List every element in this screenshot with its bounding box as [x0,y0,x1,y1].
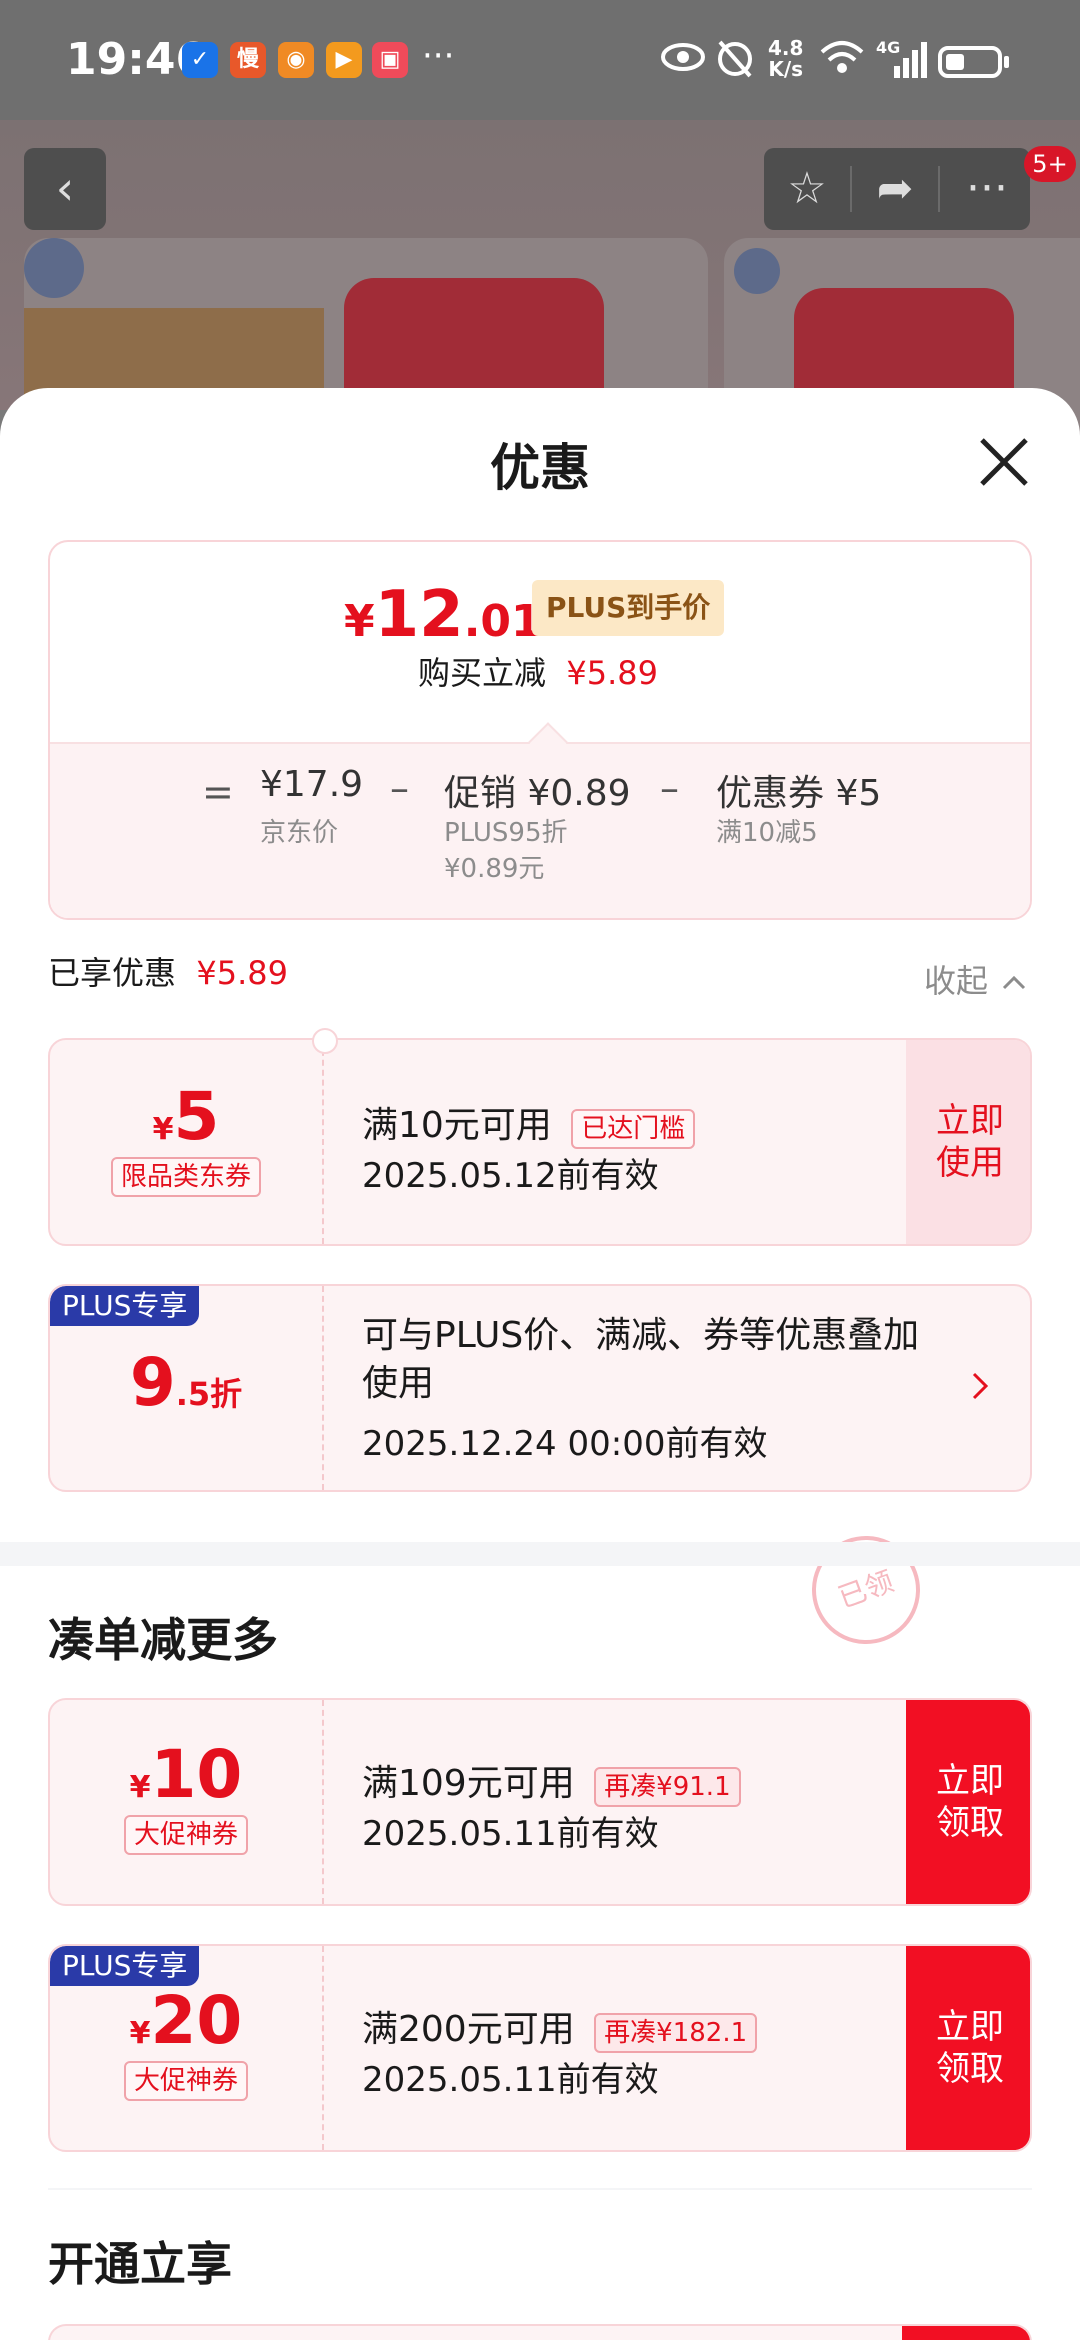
minus-sign: – [390,766,409,810]
slow-app-icon: 慢 [230,42,266,78]
close-icon[interactable] [976,434,1032,490]
share-icon[interactable]: ➦ [852,148,938,230]
brand-logo [24,238,84,298]
coupon-validity: 2025.05.11前有效 [362,2060,659,2100]
chevron-right-icon [970,1370,990,1406]
coupon-amount: ¥20 大促神券 [50,1946,322,2150]
coupon-sub: 满10减5 [716,818,818,848]
section-title-open: 开通立享 [48,2237,232,2291]
remaining-tag: 再凑¥91.1 [594,1767,741,1807]
coupon-validity: 2025.05.11前有效 [362,1814,659,1854]
plus-discount-description: 可与PLUS价、满减、券等优惠叠加使用 [362,1315,920,1404]
coupon-card: ¥10 大促神券 满109元可用 再凑¥91.1 2025.05.11前有效 立… [48,1698,1032,1906]
coupon-notch [312,1028,338,1054]
coupon-card: PLUS专享 ¥20 大促神券 满200元可用 再凑¥182.1 2025.05… [48,1944,1032,2152]
coupon-condition: 满10元可用 已达门槛 [362,1096,696,1149]
coupon-type-tag: 限品类东券 [110,1157,261,1197]
jd-price-value: ¥17.9 [260,764,364,805]
section-title-more: 凑单减更多 [48,1613,278,1667]
signal-icon [880,40,928,84]
coupon-amount: ¥5 限品类东券 [50,1040,322,1244]
network-speed: 4.8 K/s [768,36,804,81]
back-button[interactable]: ‹ [24,148,106,230]
star-icon[interactable]: ☆ [764,148,850,230]
more-notifications-icon: ··· [422,36,455,76]
membership-card-peek [48,2324,1032,2340]
coupon-value: 优惠券 ¥5 [716,773,882,814]
promo-value: 促销 ¥0.89 [444,773,631,814]
remaining-tag: 再凑¥182.1 [594,2013,758,2053]
final-price: ¥12.01 [344,578,542,652]
claim-button[interactable]: 立即领取 [906,1946,1030,2150]
shield-app-icon: ✓ [182,42,218,78]
plus-price-tag: PLUS到手价 [532,580,725,636]
use-now-button[interactable]: 立即使用 [906,1040,1030,1244]
promo-sub-2: ¥0.89元 [444,854,545,884]
discount-sheet: 优惠 ¥12.01 PLUS到手价 购买立减 ¥5.89 = ¥17.9 京东价… [0,388,1080,2340]
plus-discount-amount: 9.5折 [129,1344,243,1421]
promo-sub-1: PLUS95折 [444,818,568,848]
coupon-condition: 满200元可用 再凑¥182.1 [362,2000,758,2053]
coupon-divider [322,1700,324,1904]
coupon-card: ¥5 限品类东券 满10元可用 已达门槛 2025.05.12前有效 立即使用 [48,1038,1032,1246]
battery-icon [938,46,1002,78]
coupon-divider [322,1040,324,1244]
coupon-divider [322,1946,324,2150]
eye-icon [660,34,706,89]
plus-discount-card[interactable]: PLUS专享 9.5折 可与PLUS价、满减、券等优惠叠加使用 2025.12.… [48,1284,1032,1492]
instant-discount: 购买立减 ¥5.89 [418,654,658,692]
more-badge: 5+ [1024,146,1076,182]
coupon-type-tag: 大促神券 [123,1815,248,1855]
battery-cap [1004,56,1009,68]
coupon-condition: 满109元可用 再凑¥91.1 [362,1754,741,1807]
enjoyed-discount: 已享优惠 ¥5.89 [48,954,288,992]
toolbar-divider [938,166,940,212]
coupon-divider [322,1286,324,1490]
brand-logo [734,248,780,294]
price-breakdown-card: ¥12.01 PLUS到手价 购买立减 ¥5.89 = ¥17.9 京东价 – … [48,540,1032,920]
alarm-off-icon [714,34,756,89]
coupon-validity: 2025.05.12前有效 [362,1156,659,1196]
sheet-title: 优惠 [490,439,590,497]
plus-discount-validity: 2025.12.24 00:00前有效 [362,1424,768,1464]
coupon-amount: ¥10 大促神券 [50,1700,322,1904]
taobao-app-icon: ◉ [278,42,314,78]
membership-cta[interactable] [902,2326,1030,2340]
video-app-icon: ▶ [326,42,362,78]
jd-price-label: 京东价 [260,818,339,848]
wifi-icon [818,34,866,89]
xiaohongshu-app-icon: ▣ [372,42,408,78]
minus-sign: – [660,766,679,810]
section-divider [48,2188,1032,2190]
section-divider [0,1542,1080,1566]
collapse-button[interactable]: 收起 [924,956,1026,1002]
price-formula: = ¥17.9 京东价 – 促销 ¥0.89 PLUS95折 ¥0.89元 – … [50,742,1030,918]
threshold-tag: 已达门槛 [571,1109,696,1149]
claim-button[interactable]: 立即领取 [906,1700,1030,1904]
coupon-type-tag: 大促神券 [123,2061,248,2101]
more-icon[interactable]: ··· [944,148,1030,230]
equals-sign: = [202,770,234,814]
